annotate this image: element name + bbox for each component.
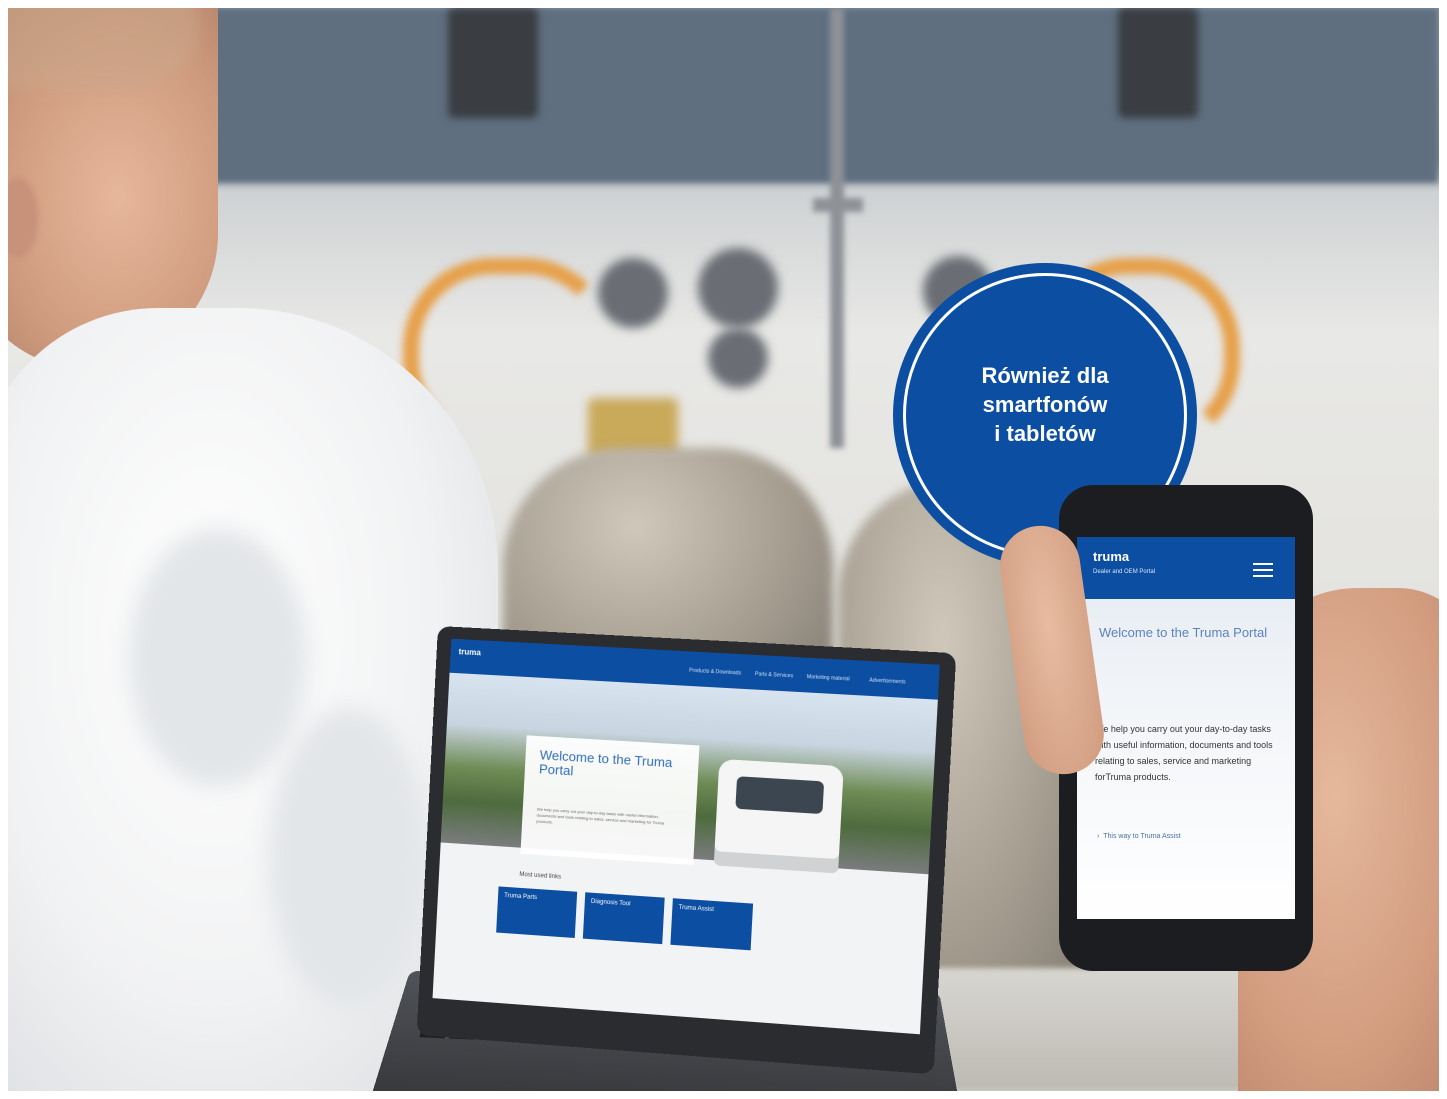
phone-assist-link[interactable]: › This way to Truma Assist (1097, 833, 1181, 840)
gas-pipe (813, 198, 863, 212)
laptop-screen: truma Products & Downloads Parts & Servi… (432, 638, 940, 1035)
gas-pipe (830, 8, 844, 448)
phone-welcome-text: We help you carry out your day-to-day ta… (1095, 724, 1273, 782)
phone-portal-name: Dealer and OEM Portal (1093, 569, 1156, 575)
laptop-welcome-text: We help you carry out your day-to-day ta… (536, 806, 665, 826)
badge-text: Również dla smartfonów i tabletów (893, 361, 1197, 448)
phone-welcome-title: Welcome to the Truma Portal (1099, 625, 1268, 640)
laptop: truma Products & Downloads Parts & Servi… (416, 626, 957, 1075)
motorhome (713, 758, 844, 874)
laptop-nav-item[interactable]: Products & Downloads (689, 668, 741, 677)
laptop-nav-item[interactable]: Advertisements (869, 677, 905, 685)
hamburger-menu-icon[interactable] (1253, 563, 1273, 577)
laptop-welcome-title: Welcome to the Truma Portal (538, 747, 673, 779)
laptop-links-heading: Most used links (519, 871, 562, 881)
badge-line: i tabletów (994, 421, 1096, 446)
person-hair (8, 8, 198, 88)
gas-regulator (598, 258, 668, 328)
phone-truma-logo: truma (1093, 549, 1130, 564)
phone-screen: truma Dealer and OEM Portal Welcome to t… (1077, 537, 1295, 919)
motorhome-windshield (735, 776, 825, 815)
laptop-tile[interactable]: Truma Assist (670, 898, 754, 951)
phone-assist-link-label: This way to Truma Assist (1103, 833, 1181, 840)
badge-line: smartfonów (982, 392, 1108, 417)
laptop-nav-item[interactable]: Parts & Services (755, 671, 794, 679)
gas-regulator (708, 328, 768, 388)
phone-portal-header: truma Dealer and OEM Portal (1077, 537, 1295, 599)
laptop-truma-logo: truma (458, 647, 482, 658)
wall-bracket (1118, 8, 1198, 118)
shirt-fold (128, 528, 308, 788)
laptop-welcome-card: Welcome to the Truma Portal We help you … (520, 735, 700, 866)
shirt-fold (268, 708, 428, 1008)
laptop-tile[interactable]: Truma Parts (496, 886, 578, 939)
laptop-tile[interactable]: Diagnosis Tool (582, 892, 665, 945)
gas-regulator (698, 248, 778, 328)
badge-line: Również dla (981, 363, 1109, 388)
laptop-nav-item[interactable]: Marketing material (807, 674, 850, 682)
